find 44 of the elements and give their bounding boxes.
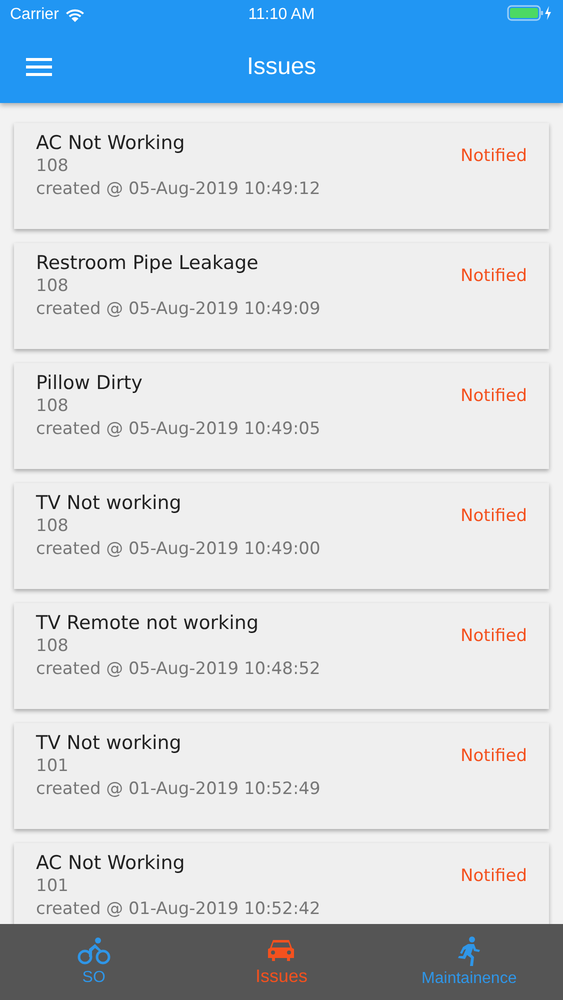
- running-person-icon: [457, 936, 482, 966]
- created-time: created @ 05-Aug-2019 10:48:52: [36, 658, 320, 681]
- room-number: 108: [36, 635, 70, 658]
- issue-title: AC Not Working: [36, 131, 186, 155]
- created-time: created @ 05-Aug-2019 10:49:12: [36, 178, 320, 201]
- issue-card[interactable]: AC Not Working 108 created @ 05-Aug-2019 10:49:12 Notified: [14, 123, 549, 229]
- issue-title: TV Not working: [36, 491, 182, 515]
- wifi-icon: [64, 8, 85, 22]
- issue-title: AC Not Working: [36, 851, 186, 875]
- battery-icon: [507, 4, 553, 20]
- issue-status: Notified: [460, 626, 527, 646]
- car-icon: [267, 938, 296, 962]
- created-time: created @ 05-Aug-2019 10:49:09: [36, 298, 320, 321]
- issue-title: Pillow Dirty: [36, 371, 144, 395]
- room-number: 108: [36, 515, 70, 538]
- room-number: 101: [36, 875, 70, 898]
- created-time: created @ 05-Aug-2019 10:49:05: [36, 418, 320, 441]
- created-time: created @ 05-Aug-2019 10:49:00: [36, 538, 320, 561]
- issue-status: Notified: [460, 506, 527, 526]
- issue-card[interactable]: AC Not Working 101 created @ 01-Aug-2019 10:52:42 Notified: [14, 843, 549, 924]
- issue-title: TV Not working: [36, 731, 182, 755]
- created-time: created @ 01-Aug-2019 10:52:42: [36, 898, 320, 921]
- room-number: 108: [36, 155, 70, 178]
- issue-status: Notified: [460, 146, 527, 166]
- issue-card[interactable]: TV Not working 101 created @ 01-Aug-2019 10:52:49 Notified: [14, 723, 549, 829]
- page-title: Issues: [246, 52, 316, 80]
- issue-status: Notified: [460, 386, 527, 406]
- issue-card[interactable]: TV Not working 108 created @ 05-Aug-2019 10:49:00 Notified: [14, 483, 549, 589]
- room-number: 101: [36, 755, 70, 778]
- room-number: 108: [36, 275, 70, 298]
- room-number: 108: [36, 395, 70, 418]
- carrier-name: Carrier: [10, 6, 59, 24]
- issue-title: TV Remote not working: [36, 611, 260, 635]
- issue-status: Notified: [460, 866, 527, 886]
- issue-card[interactable]: TV Remote not working 108 created @ 05-Aug-2019 10:48:52 Notified: [14, 603, 549, 709]
- created-time: created @ 01-Aug-2019 10:52:49: [36, 778, 320, 801]
- issue-title: Restroom Pipe Leakage: [36, 251, 260, 275]
- bicycle-icon: [76, 937, 111, 965]
- issue-card[interactable]: Pillow Dirty 108 created @ 05-Aug-2019 10:49:05 Notified: [14, 363, 549, 469]
- issue-card[interactable]: Restroom Pipe Leakage 108 created @ 05-Aug-2019 10:49:09 Notified: [14, 243, 549, 349]
- status-time: 11:10 AM: [248, 6, 315, 24]
- menu-icon[interactable]: [26, 56, 52, 76]
- issue-status: Notified: [460, 266, 527, 286]
- issue-status: Notified: [460, 746, 527, 766]
